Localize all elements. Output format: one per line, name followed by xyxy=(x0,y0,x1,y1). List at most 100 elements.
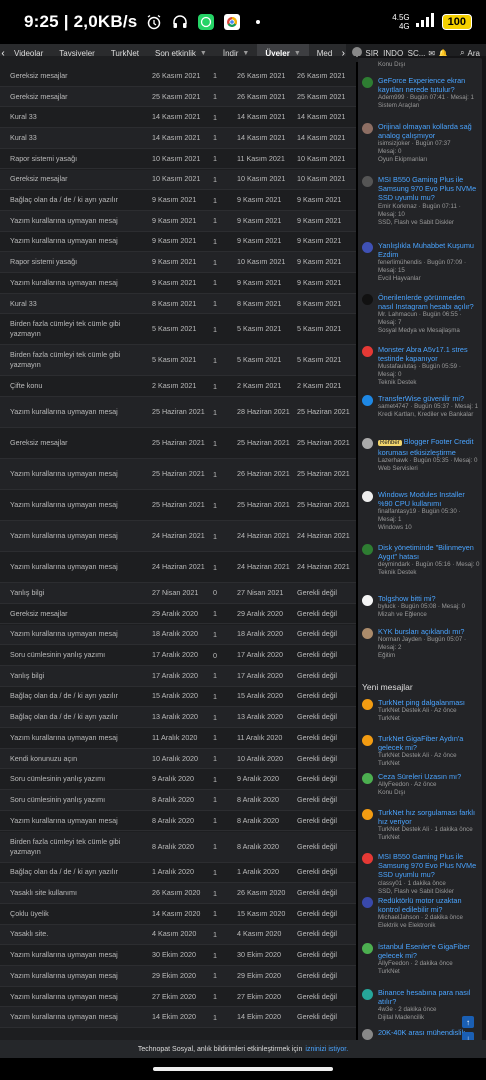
avatar[interactable] xyxy=(362,897,373,908)
cell-date: 14 Kasım 2021 xyxy=(152,132,201,142)
avatar[interactable] xyxy=(362,809,373,820)
avatar[interactable] xyxy=(362,395,373,406)
avatar[interactable] xyxy=(362,735,373,746)
thread-title[interactable]: GeForce Experience ekran kayıtları nered… xyxy=(378,76,480,94)
avatar[interactable] xyxy=(362,699,373,710)
status-time: 9:25 | 2,0KB/s xyxy=(24,12,138,31)
cell-reason: Bağlaç olan da / de / ki ayrı yazılır xyxy=(10,867,118,877)
cell-reason: Yazım kurallarına uymayan mesaj xyxy=(10,469,118,479)
cell-points: 1 xyxy=(213,691,217,701)
cell-points: 1 xyxy=(213,438,217,448)
notice-text: Technopat Sosyal, anlık bildirimleri etk… xyxy=(137,1045,303,1053)
avatar[interactable] xyxy=(362,773,373,784)
avatar[interactable] xyxy=(362,1029,373,1040)
cell-end-date: Gerekli değil xyxy=(297,867,337,877)
thread-title[interactable]: Önerilenlerde görünmeden nasıl Instagram… xyxy=(378,293,480,311)
thread-forum: Elektrik ve Elektronik xyxy=(378,922,436,930)
cell-end-date: Gerekli değil xyxy=(297,712,337,722)
cell-date: 8 Aralık 2020 xyxy=(152,815,194,825)
cell-start-date: 14 Kasım 2021 xyxy=(237,132,286,142)
avatar[interactable] xyxy=(362,943,373,954)
thread-title[interactable]: Monster Abra A5v17.1 stres testinde kapa… xyxy=(378,345,480,363)
scroll-top-button[interactable]: ↑ xyxy=(462,1016,474,1028)
cell-start-date: 8 Aralık 2020 xyxy=(237,841,279,851)
thread-title[interactable]: TurkNet GigaFiber Aydın'a gelecek mi? xyxy=(378,734,480,752)
cell-points: 1 xyxy=(213,1012,217,1022)
table-row: Birden fazla cümleyi tek cümle gibi yazm… xyxy=(0,831,356,863)
thread-title[interactable]: Yanlışlıkla Muhabbet Kuşumu Ezdim xyxy=(378,241,480,259)
cell-start-date: 9 Aralık 2020 xyxy=(237,774,279,784)
thread-title-text: İstanbul Esenler'e GigaFiber gelecek mi? xyxy=(378,942,470,961)
cell-reason: Kural 33 xyxy=(10,132,37,142)
avatar[interactable] xyxy=(362,595,373,606)
avatar[interactable] xyxy=(362,491,373,502)
arrow-up-icon: ↑ xyxy=(466,1017,470,1027)
cell-reason: Birden fazla cümleyi tek cümle gibi yazm… xyxy=(10,350,121,370)
home-gesture-bar[interactable] xyxy=(153,1067,333,1071)
cell-start-date: 24 Haziran 2021 xyxy=(237,562,290,572)
table-row: Kural 33 8 Kasım 2021 1 8 Kasım 2021 8 Kasım… xyxy=(0,293,356,315)
cell-points: 1 xyxy=(213,992,217,1002)
thread-meta: classy01 · 1 dakika önce xyxy=(378,879,446,887)
avatar[interactable] xyxy=(362,438,373,449)
avatar[interactable] xyxy=(362,544,373,555)
thread-forum: TurkNet xyxy=(378,760,400,768)
cell-start-date: 27 Ekim 2020 xyxy=(237,991,281,1001)
thread-title[interactable]: TurkNet hız sorgulaması farklı hız veriy… xyxy=(378,808,480,826)
table-row: Kural 33 14 Kasım 2021 1 14 Kasım 2021 14 Ka… xyxy=(0,107,356,129)
notice-link[interactable]: izninizi istiyor. xyxy=(305,1046,348,1053)
cell-start-date: 17 Aralık 2020 xyxy=(237,670,283,680)
thread-title[interactable]: Disk yönetiminde "Bilinmeyen Aygıt" hata… xyxy=(378,543,480,561)
avatar[interactable] xyxy=(362,346,373,357)
avatar[interactable] xyxy=(362,989,373,1000)
thread-meta: Adem999 · Bugün 07:41 · Mesaj: 1 xyxy=(378,94,474,102)
cell-end-date: Gerekli değil xyxy=(297,970,337,980)
table-row: Bağlaç olan da / de / ki ayrı yazılır 13 … xyxy=(0,707,356,728)
table-row: Yasaklı site. 4 Kasım 2020 1 4 Kasım 2020 Ge… xyxy=(0,924,356,946)
thread-title[interactable]: MSI B550 Gaming Plus ile Samsung 970 Evo… xyxy=(378,852,480,880)
cell-reason: Yazım kurallarına uymayan mesaj xyxy=(10,277,118,287)
table-row: Bağlaç olan da / de / ki ayrı yazılır 1 A… xyxy=(0,863,356,884)
avatar[interactable] xyxy=(362,242,373,253)
thread-title[interactable]: MSI B550 Gaming Plus ile Samsung 970 Evo… xyxy=(378,175,480,203)
thread-forum: Teknik Destek xyxy=(378,569,417,577)
thread-title-text: Monster Abra A5v17.1 stres testinde kapa… xyxy=(378,345,468,364)
chrome-icon xyxy=(223,13,241,31)
thread-forum: Mizah ve Eğlence xyxy=(378,611,427,619)
avatar[interactable] xyxy=(362,77,373,88)
cell-date: 11 Aralık 2020 xyxy=(152,732,198,742)
thread-title[interactable]: İstanbul Esenler'e GigaFiber gelecek mi? xyxy=(378,942,480,960)
avatar[interactable] xyxy=(362,294,373,305)
avatar[interactable] xyxy=(362,123,373,134)
thread-forum: Mesaj: 7 xyxy=(378,319,402,327)
status-bar: 9:25 | 2,0KB/s 4.5G 4G 100 xyxy=(0,0,486,44)
thread-title[interactable]: KYK bursları açıklandı mı? xyxy=(378,627,480,636)
table-row: Yazım kurallarına uymayan mesaj 25 Hazira… xyxy=(0,397,356,429)
thread-title[interactable]: Redüktörlü motor uzaktan kontrol edilebi… xyxy=(378,896,480,914)
cell-end-date: 25 Haziran 2021 xyxy=(297,407,350,417)
thread-title[interactable]: TransferWise güvenilir mi? xyxy=(378,394,480,403)
cell-end-date: 14 Kasım 2021 xyxy=(297,112,346,122)
thread-title[interactable]: Orijinal olmayan kollarda sağ analog çal… xyxy=(378,122,480,140)
cell-date: 9 Kasım 2021 xyxy=(152,195,197,205)
cell-start-date: 18 Aralık 2020 xyxy=(237,629,283,639)
cell-points: 1 xyxy=(213,629,217,639)
cell-reason: Soru cümlesinin yanlış yazımı xyxy=(10,650,106,660)
cell-end-date: Gerekli değil xyxy=(297,841,337,851)
thread-title[interactable]: Ceza Süreleri Uzasın mı? xyxy=(378,772,480,781)
thread-title[interactable]: TurkNet ping dalgalanması xyxy=(378,698,480,707)
thread-extra: Evcil Hayvanlar xyxy=(378,275,421,283)
avatar[interactable] xyxy=(362,628,373,639)
thread-meta: MichaelJahson · 2 dakika önce xyxy=(378,914,463,922)
prefix-badge: Rehber xyxy=(378,440,402,446)
cell-points: 1 xyxy=(213,381,217,391)
avatar[interactable] xyxy=(362,853,373,864)
thread-title[interactable]: Tolgshow bitti mi? xyxy=(378,594,480,603)
cell-end-date: Gerekli değil xyxy=(297,753,337,763)
thread-title[interactable]: Windows Modules Installer %90 CPU kullan… xyxy=(378,490,480,508)
thread-title[interactable]: Binance hesabına para nasıl atılır? xyxy=(378,988,480,1006)
thread-title[interactable]: Rehber Blogger Footer Credit koruması et… xyxy=(378,437,480,457)
avatar[interactable] xyxy=(362,176,373,187)
cell-end-date: 5 Kasım 2021 xyxy=(297,355,342,365)
cell-date: 14 Ekim 2020 xyxy=(152,1012,196,1022)
